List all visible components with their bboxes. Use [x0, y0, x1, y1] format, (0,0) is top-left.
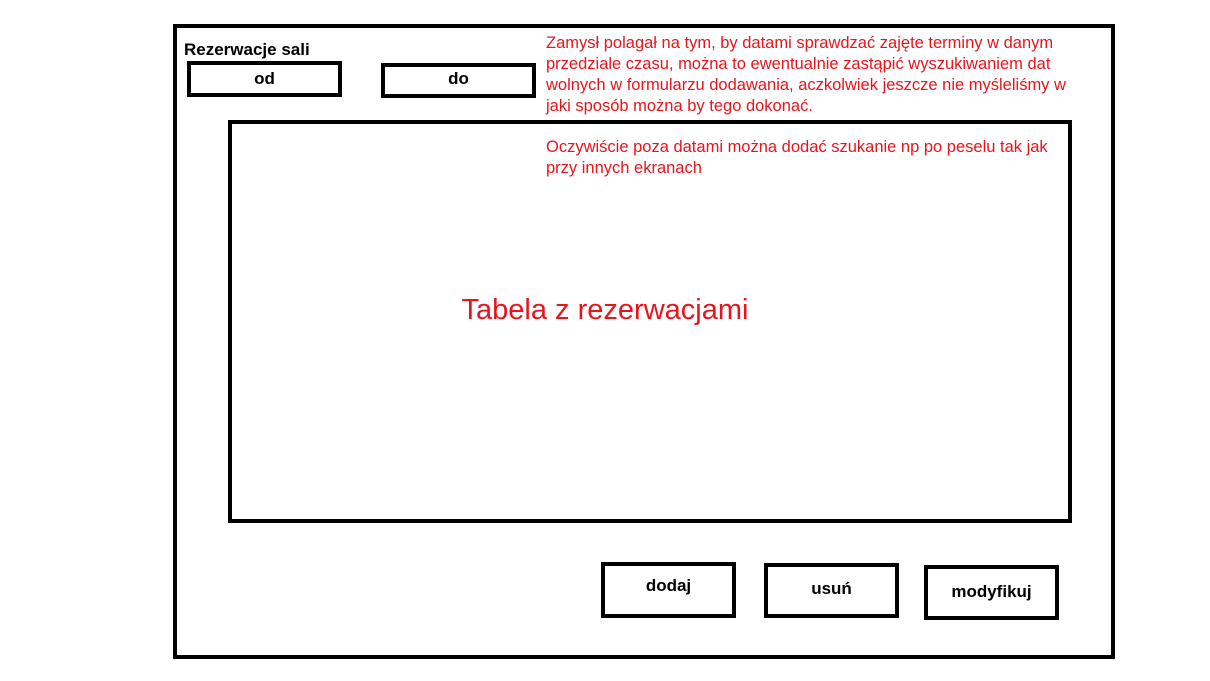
add-button[interactable]: dodaj — [601, 562, 736, 618]
pesel-search-note: Oczywiście poza datami można dodać szuka… — [546, 138, 1048, 177]
modify-button[interactable]: modyfikuj — [924, 565, 1059, 620]
date-from-field[interactable]: od — [187, 61, 342, 97]
page-title: Rezerwacje sali — [184, 40, 310, 59]
date-to-field[interactable]: do — [381, 63, 536, 98]
date-search-note: Zamysł polagał na tym, by datami sprawdz… — [546, 34, 1066, 115]
delete-button[interactable]: usuń — [764, 563, 899, 618]
reservations-table-label: Tabela z rezerwacjami — [461, 294, 749, 326]
